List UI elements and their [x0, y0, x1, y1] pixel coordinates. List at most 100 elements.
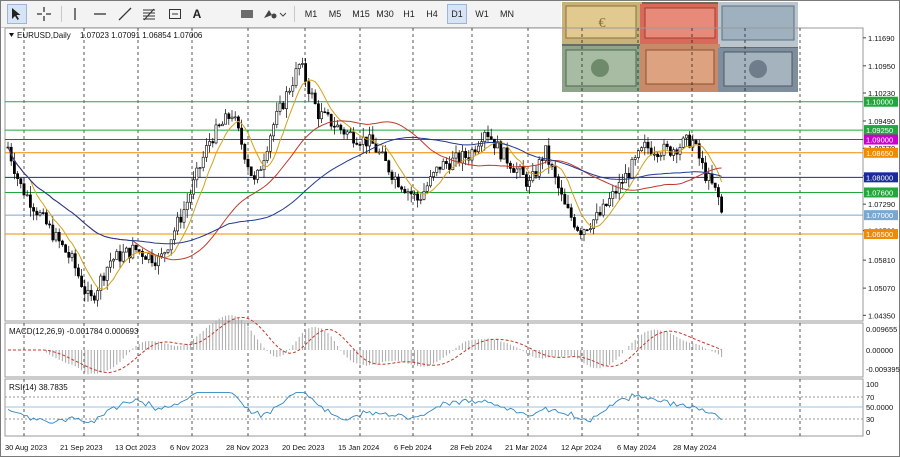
time-axis-label: 20 Dec 2023 [282, 443, 325, 452]
time-axis-label: 21 Sep 2023 [60, 443, 103, 452]
candle-body [13, 160, 16, 174]
level-price-tag: 1.08650 [864, 147, 898, 158]
candle-body [684, 134, 688, 139]
candle-body [163, 252, 167, 255]
candle-body [201, 156, 205, 168]
level-price-text: 1.09000 [866, 136, 893, 145]
time-axis-label: 6 Nov 2023 [170, 443, 208, 452]
candle-body [125, 247, 128, 253]
candle-body [326, 112, 330, 115]
candle-body [588, 228, 592, 231]
candle-body [704, 162, 708, 181]
candle-body [502, 147, 506, 160]
candle-body [297, 64, 301, 70]
candle-body [147, 253, 151, 260]
candle-body [403, 188, 407, 194]
macd-axis-label: 0.00000 [866, 346, 893, 355]
candle-body [316, 103, 320, 120]
candle-body [377, 151, 381, 154]
candle-body [217, 124, 221, 127]
candle-body [38, 212, 42, 216]
macd-axis-label: 0.009655 [866, 325, 897, 334]
candle-body [35, 210, 39, 216]
rsi-indicator [5, 392, 863, 424]
candle-body [579, 230, 583, 235]
level-price-text: 1.07600 [866, 188, 893, 197]
candle-body [109, 260, 112, 268]
candle-body [233, 116, 237, 119]
candle-body [576, 226, 580, 231]
candle-body [153, 262, 157, 267]
level-price-text: 1.06500 [866, 230, 893, 239]
candle-body [342, 129, 346, 135]
candle-body [300, 63, 304, 65]
candle-body [77, 267, 80, 277]
rsi-axis-label: 50.0000 [866, 403, 893, 412]
candle-body [320, 111, 324, 120]
candle-body [310, 92, 314, 95]
candle-body [387, 160, 391, 173]
candle-body [173, 230, 176, 241]
candle-body [515, 168, 519, 173]
candle-body [400, 186, 404, 190]
candle-body [652, 153, 656, 156]
candle-body [457, 152, 461, 164]
price-tick-label: 1.05810 [868, 256, 895, 265]
candle-body [288, 90, 292, 93]
candle-body [371, 134, 375, 144]
candle-body [633, 157, 637, 160]
time-axis-label: 30 Aug 2023 [5, 443, 47, 452]
candle-body [531, 171, 535, 181]
candle-body [707, 173, 711, 181]
candle-body [390, 171, 394, 180]
candle-body [521, 166, 525, 175]
candle-body [67, 251, 71, 258]
macd-signal-line [8, 316, 722, 374]
candle-body [102, 275, 106, 281]
price-tick-label: 1.10230 [868, 89, 895, 98]
candle-body [141, 250, 144, 257]
candle-body [137, 249, 141, 252]
candle-body [419, 199, 423, 201]
candle-body [636, 150, 640, 158]
price-tick-label: 1.04350 [868, 311, 895, 320]
candle-body [272, 124, 276, 137]
candle-body [19, 178, 23, 185]
candle-body [646, 141, 650, 149]
moving-average-line [7, 136, 722, 245]
price-tick-label: 1.10950 [868, 62, 895, 71]
candle-body [665, 143, 669, 148]
candle-body [553, 166, 557, 178]
level-price-tag: 1.06500 [864, 229, 898, 240]
candle-body [441, 161, 445, 170]
candle-body [284, 91, 288, 110]
candle-body [486, 132, 490, 137]
candle-body [380, 151, 384, 154]
candle-body [112, 259, 116, 262]
candle-body [540, 159, 544, 161]
candle-body [51, 224, 55, 241]
candle-body [41, 212, 45, 214]
candle-body [435, 166, 439, 173]
candle-body [563, 193, 567, 205]
level-price-tag: 1.09000 [864, 134, 898, 145]
candle-body [131, 244, 135, 259]
level-price-tag: 1.07600 [864, 187, 898, 198]
candle-body [115, 251, 119, 260]
candle-body [716, 187, 720, 198]
candle-body [198, 167, 202, 169]
candle-body [489, 136, 493, 140]
candle-body [396, 176, 400, 188]
candle-body [643, 141, 647, 148]
candle-body [582, 229, 586, 235]
candle-body [483, 132, 487, 142]
candle-body [221, 123, 224, 127]
candle-body [230, 116, 234, 119]
candle-body [275, 111, 279, 125]
candle-body [556, 176, 560, 189]
candle-body [166, 249, 170, 253]
candle-body [268, 135, 272, 152]
level-price-tag: 1.08000 [864, 172, 898, 183]
candle-body [627, 173, 631, 179]
collapse-arrow-icon[interactable] [9, 33, 14, 37]
